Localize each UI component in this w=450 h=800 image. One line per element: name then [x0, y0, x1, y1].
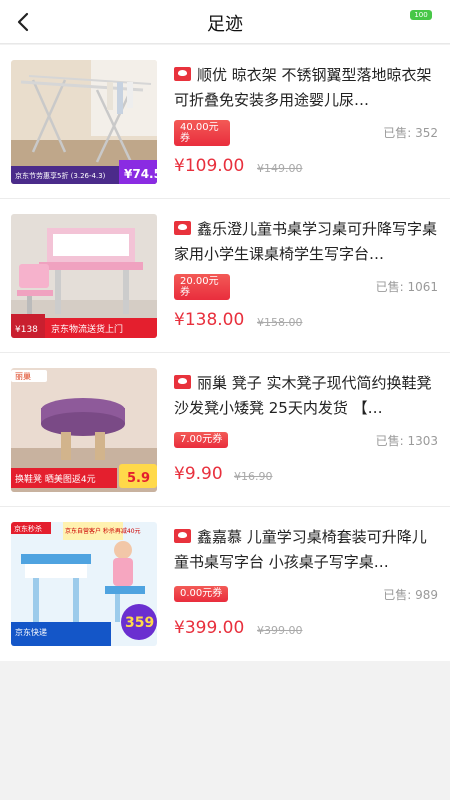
- product-image[interactable]: 京东秒杀 京东自营客户 秒杀再减40元 京东快递 359: [11, 522, 157, 646]
- current-price: ¥109.00: [174, 156, 245, 176]
- product-title[interactable]: 丽巢 凳子 实木凳子现代简约换鞋凳沙发凳小矮凳 25天内发货 【…: [174, 371, 440, 421]
- product-item[interactable]: 京东秒杀 京东自营客户 秒杀再减40元 京东快递 359 鑫嘉慕 儿童学习桌椅套…: [0, 507, 450, 661]
- thumb-promo-label: 京东快递: [15, 627, 47, 637]
- thumb-promo-label: 换鞋凳 晒美图返4元: [15, 473, 96, 485]
- coupon-badge[interactable]: 20.00元券: [174, 274, 230, 300]
- original-price: ¥16.90: [234, 470, 273, 483]
- original-price: ¥158.00: [257, 316, 303, 329]
- sold-count: 已售: 352: [383, 126, 438, 140]
- thumb-price-badge: 359: [125, 615, 154, 631]
- product-list: 京东节劳惠享5折 (3.26-4.3) ¥74.5 顺优 晾衣架 不锈钢翼型落地…: [0, 45, 450, 661]
- product-image[interactable]: ¥138 京东物流送货上门: [11, 214, 157, 338]
- top-bar: 足迹 100: [0, 0, 450, 44]
- thumb-price-badge: ¥138: [15, 325, 38, 335]
- coupon-badge[interactable]: 40.00元券: [174, 120, 230, 146]
- current-price: ¥399.00: [174, 618, 245, 638]
- coupon-badge[interactable]: 0.00元券: [174, 586, 228, 602]
- jd-store-icon: [174, 67, 191, 81]
- jd-store-icon: [174, 375, 191, 389]
- sold-count: 已售: 1061: [375, 280, 438, 294]
- thumb-promo-label: 京东物流送货上门: [51, 323, 123, 335]
- current-price: ¥138.00: [174, 310, 245, 330]
- original-price: ¥399.00: [257, 624, 303, 637]
- jd-store-icon: [174, 221, 191, 235]
- product-title[interactable]: 鑫乐澄儿童书桌学习桌可升降写字桌家用小学生课桌椅学生写字台…: [174, 217, 440, 267]
- sold-count: 已售: 1303: [375, 434, 438, 448]
- battery-indicator: 100: [410, 10, 432, 20]
- coupon-badge[interactable]: 7.00元券: [174, 432, 228, 448]
- thumb-price-badge: ¥74.5: [124, 167, 157, 181]
- current-price: ¥9.90: [174, 464, 223, 484]
- original-price: ¥149.00: [257, 162, 303, 175]
- product-item[interactable]: 京东节劳惠享5折 (3.26-4.3) ¥74.5 顺优 晾衣架 不锈钢翼型落地…: [0, 45, 450, 199]
- sold-count: 已售: 989: [383, 588, 438, 602]
- product-title[interactable]: 鑫嘉慕 儿童学习桌椅套装可升降儿童书桌写字台 小孩桌子写字桌…: [174, 525, 440, 575]
- product-image[interactable]: 京东节劳惠享5折 (3.26-4.3) ¥74.5: [11, 60, 157, 184]
- thumb-promo-text: 京东自营客户 秒杀再减40元: [65, 527, 141, 535]
- thumb-promo-label: 京东节劳惠享5折 (3.26-4.3): [15, 171, 106, 180]
- page-title: 足迹: [207, 14, 243, 35]
- product-image[interactable]: 丽巢 换鞋凳 晒美图返4元 5.9: [11, 368, 157, 492]
- product-item[interactable]: ¥138 京东物流送货上门 鑫乐澄儿童书桌学习桌可升降写字桌家用小学生课桌椅学生…: [0, 199, 450, 353]
- thumb-brand: 京东秒杀: [14, 524, 42, 533]
- thumb-brand: 丽巢: [15, 371, 31, 381]
- product-item[interactable]: 丽巢 换鞋凳 晒美图返4元 5.9 丽巢 凳子 实木凳子现代简约换鞋凳沙发凳小矮…: [0, 353, 450, 507]
- product-title[interactable]: 顺优 晾衣架 不锈钢翼型落地晾衣架 可折叠免安装多用途婴儿尿…: [174, 63, 440, 113]
- jd-store-icon: [174, 529, 191, 543]
- thumb-price-badge: 5.9: [127, 471, 150, 486]
